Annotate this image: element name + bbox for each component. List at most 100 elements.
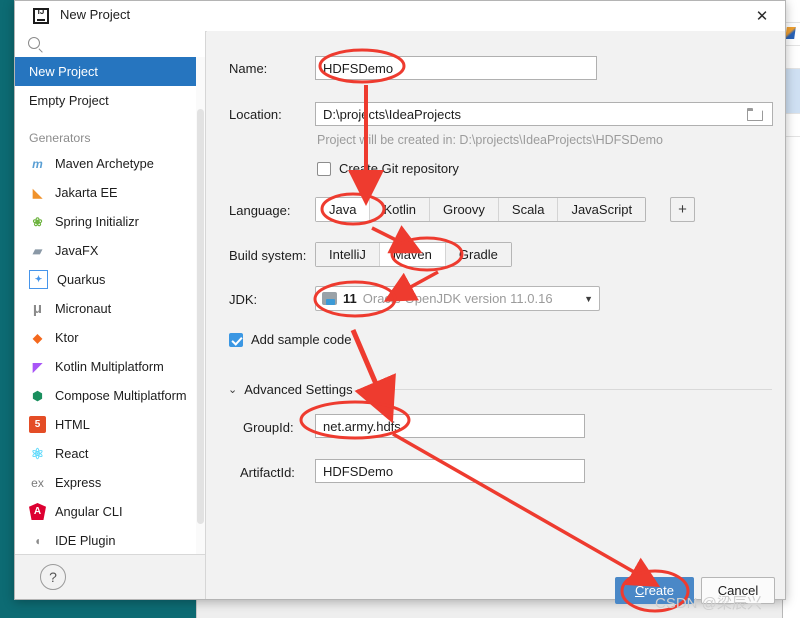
add-language-button[interactable]: + — [670, 197, 695, 222]
sidebar-item-react[interactable]: ⚛ React — [15, 439, 205, 468]
sidebar-nav: New Project Empty Project Generators m M… — [15, 57, 205, 555]
language-segmented-control: Java Kotlin Groovy Scala JavaScript — [315, 197, 646, 222]
express-icon: ex — [29, 474, 46, 491]
dialog-title: New Project — [60, 7, 130, 22]
sidebar-item-kotlin-multiplatform[interactable]: ◤ Kotlin Multiplatform — [15, 352, 205, 381]
build-system-label: Build system: — [229, 248, 306, 263]
quarkus-icon: ✦ — [29, 270, 48, 289]
csdn-watermark: CSDN @梁辰兴 — [655, 592, 762, 613]
sidebar-item-label: React — [55, 446, 88, 461]
file-type-icon — [785, 27, 796, 39]
kotlin-icon: ◤ — [29, 358, 46, 375]
dialog-sidebar: New Project Empty Project Generators m M… — [15, 31, 206, 599]
language-option-groovy[interactable]: Groovy — [430, 198, 499, 221]
sidebar-item-jakarta-ee[interactable]: ◣ Jakarta EE — [15, 178, 205, 207]
project-form: Name: Location: Project will be created … — [207, 31, 785, 599]
ktor-icon: ◆ — [29, 329, 46, 346]
sidebar-item-angular-cli[interactable]: A Angular CLI — [15, 497, 205, 526]
language-option-scala[interactable]: Scala — [499, 198, 559, 221]
artifactid-label: ArtifactId: — [240, 465, 295, 480]
chevron-down-icon: ⌄ — [228, 383, 237, 396]
add-sample-code-row[interactable]: Add sample code — [229, 332, 351, 347]
html5-icon: 5 — [29, 416, 46, 433]
jakarta-ee-icon: ◣ — [29, 184, 46, 201]
sidebar-item-label: Spring Initializr — [55, 214, 139, 229]
location-input[interactable] — [315, 102, 773, 126]
micronaut-icon: μ — [29, 300, 46, 317]
maven-icon: m — [29, 155, 46, 172]
close-icon[interactable]: ✕ — [749, 5, 775, 27]
sidebar-item-ktor[interactable]: ◆ Ktor — [15, 323, 205, 352]
sidebar-item-label: Ktor — [55, 330, 78, 345]
build-option-intellij[interactable]: IntelliJ — [316, 243, 380, 266]
sidebar-item-label: Jakarta EE — [55, 185, 118, 200]
jdk-description: Oracle OpenJDK version 11.0.16 — [363, 291, 553, 306]
sidebar-group-generators: Generators — [15, 115, 205, 149]
sidebar-item-compose-multiplatform[interactable]: ⬢ Compose Multiplatform — [15, 381, 205, 410]
sidebar-item-spring-initializr[interactable]: ❀ Spring Initializr — [15, 207, 205, 236]
dialog-titlebar: New Project ✕ — [15, 1, 785, 32]
build-option-gradle[interactable]: Gradle — [446, 243, 511, 266]
name-input[interactable] — [315, 56, 597, 80]
language-option-javascript[interactable]: JavaScript — [558, 198, 645, 221]
add-sample-code-label: Add sample code — [251, 332, 351, 347]
sidebar-item-empty-project[interactable]: Empty Project — [15, 86, 205, 115]
sidebar-item-ide-plugin[interactable]: ◖ IDE Plugin — [15, 526, 205, 555]
sidebar-item-html[interactable]: 5 HTML — [15, 410, 205, 439]
create-git-repository-row[interactable]: Create Git repository — [317, 161, 459, 176]
sidebar-search[interactable] — [15, 31, 205, 58]
screen: ↘ New Project ✕ New Project Empty Projec… — [0, 0, 800, 618]
angular-icon: A — [29, 503, 46, 520]
react-icon: ⚛ — [29, 445, 46, 462]
sidebar-scrollbar[interactable] — [196, 57, 205, 555]
sidebar-item-label: New Project — [29, 64, 98, 79]
sidebar-item-new-project[interactable]: New Project — [15, 57, 205, 86]
groupid-label: GroupId: — [243, 420, 294, 435]
language-option-java[interactable]: Java — [316, 198, 370, 221]
sidebar-item-label: HTML — [55, 417, 90, 432]
sidebar-footer: ? — [15, 554, 205, 599]
create-git-repository-checkbox[interactable] — [317, 162, 331, 176]
compose-icon: ⬢ — [29, 387, 46, 404]
javafx-icon: ▰ — [29, 242, 46, 259]
build-option-maven[interactable]: Maven — [380, 243, 446, 266]
sidebar-item-javafx[interactable]: ▰ JavaFX — [15, 236, 205, 265]
sidebar-item-label: JavaFX — [55, 243, 98, 258]
sidebar-item-label: Micronaut — [55, 301, 111, 316]
name-label: Name: — [229, 61, 267, 76]
language-label: Language: — [229, 203, 290, 218]
advanced-settings-divider — [357, 389, 772, 390]
location-label: Location: — [229, 107, 282, 122]
sidebar-item-express[interactable]: ex Express — [15, 468, 205, 497]
sidebar-item-label: Compose Multiplatform — [55, 388, 187, 403]
sidebar-item-quarkus[interactable]: ✦ Quarkus — [15, 265, 205, 294]
create-accel: C — [635, 583, 644, 598]
sidebar-item-label: Quarkus — [57, 272, 105, 287]
sidebar-item-label: Kotlin Multiplatform — [55, 359, 164, 374]
sidebar-scrollbar-thumb[interactable] — [197, 109, 204, 524]
sidebar-item-label: Angular CLI — [55, 504, 123, 519]
search-icon — [28, 37, 40, 49]
build-system-segmented-control: IntelliJ Maven Gradle — [315, 242, 512, 267]
artifactid-input[interactable] — [315, 459, 585, 483]
language-option-kotlin[interactable]: Kotlin — [370, 198, 430, 221]
chevron-down-icon: ▼ — [576, 294, 593, 304]
intellij-idea-logo — [33, 8, 49, 24]
advanced-settings-label: Advanced Settings — [244, 382, 352, 397]
sidebar-item-maven-archetype[interactable]: m Maven Archetype — [15, 149, 205, 178]
sidebar-item-micronaut[interactable]: μ Micronaut — [15, 294, 205, 323]
jdk-icon — [322, 292, 337, 305]
jdk-dropdown[interactable]: 11 Oracle OpenJDK version 11.0.16 ▼ — [315, 286, 600, 311]
jdk-version: 11 — [343, 291, 357, 306]
ide-plugin-icon: ◖ — [29, 532, 46, 549]
groupid-input[interactable] — [315, 414, 585, 438]
sidebar-item-label: Empty Project — [29, 93, 109, 108]
add-sample-code-checkbox[interactable] — [229, 333, 243, 347]
jdk-label: JDK: — [229, 292, 257, 307]
sidebar-item-label: Express — [55, 475, 101, 490]
help-icon[interactable]: ? — [40, 564, 66, 590]
folder-icon[interactable] — [747, 108, 762, 120]
create-git-repository-label: Create Git repository — [339, 161, 459, 176]
search-input[interactable] — [45, 34, 199, 56]
advanced-settings-toggle[interactable]: ⌄ Advanced Settings — [228, 382, 353, 397]
